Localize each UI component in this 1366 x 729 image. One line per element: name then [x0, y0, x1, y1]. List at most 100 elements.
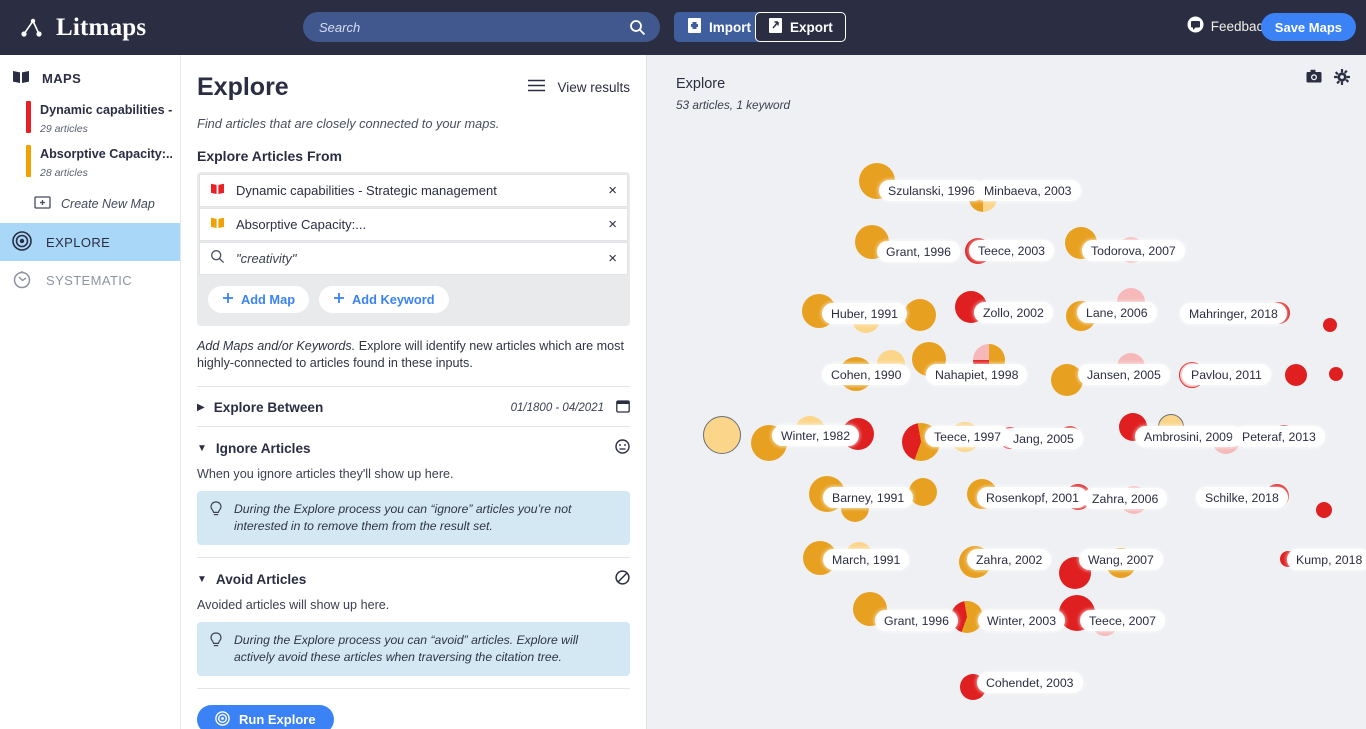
- save-maps-button[interactable]: Save Maps: [1260, 13, 1356, 41]
- panel-actions: Run Explore How does Explore work?: [197, 688, 630, 729]
- graph-node-label[interactable]: Lane, 2006: [1077, 302, 1157, 323]
- explore-input-text: Absorptive Capacity:...: [236, 217, 367, 232]
- feedback-button[interactable]: Feedback: [1187, 16, 1270, 36]
- graph-node-label[interactable]: Szulanski, 1996: [879, 180, 984, 201]
- panel-header: Explore View results: [197, 73, 630, 102]
- target-icon: [215, 710, 230, 729]
- graph-node-label[interactable]: Zollo, 2002: [974, 302, 1053, 323]
- sidebar-maps-label: MAPS: [42, 70, 82, 86]
- remove-input-button[interactable]: ×: [608, 217, 617, 232]
- graph-node-label[interactable]: Zahra, 2006: [1083, 488, 1168, 509]
- no-entry-icon[interactable]: [615, 570, 630, 588]
- graph-node-label[interactable]: Kump, 2018: [1287, 549, 1366, 570]
- create-new-map-button[interactable]: Create New Map: [0, 185, 180, 223]
- explore-input-map[interactable]: Absorptive Capacity:... ×: [199, 208, 628, 241]
- graph-node[interactable]: [904, 299, 936, 331]
- sidebar-item-systematic[interactable]: SYSTEMATIC: [0, 261, 180, 299]
- explore-articles-from-label: Explore Articles From: [197, 148, 342, 164]
- sidebar-map-item[interactable]: Absorptive Capacity:... 28 articles: [0, 141, 180, 185]
- graph-node-label[interactable]: Teece, 2007: [1080, 610, 1166, 631]
- inputs-hint: Add Maps and/or Keywords. Explore will i…: [197, 338, 630, 372]
- search-bar[interactable]: [303, 12, 660, 42]
- graph-node-label[interactable]: Pavlou, 2011: [1182, 364, 1271, 385]
- remove-input-button[interactable]: ×: [608, 251, 617, 266]
- graph-node-label[interactable]: Peteraf, 2013: [1233, 426, 1325, 447]
- view-results-button[interactable]: View results: [528, 79, 630, 95]
- export-button[interactable]: Export: [755, 12, 846, 42]
- canvas-title: Explore: [676, 76, 726, 92]
- graph-node-label[interactable]: Grant, 1996: [875, 610, 958, 631]
- page-title: Explore: [197, 73, 289, 101]
- remove-input-button[interactable]: ×: [608, 183, 617, 198]
- export-label: Export: [790, 19, 833, 35]
- graph-node-label[interactable]: Winter, 2003: [978, 610, 1066, 631]
- calendar-icon[interactable]: [616, 399, 630, 416]
- graph-node[interactable]: [909, 478, 937, 506]
- graph-node[interactable]: [1329, 367, 1343, 381]
- graph-node-label[interactable]: March, 1991: [823, 549, 910, 570]
- search-icon: [210, 249, 225, 269]
- graph-node-label[interactable]: Minbaeva, 2003: [975, 180, 1081, 201]
- graph-node-label[interactable]: Ambrosini, 2009: [1135, 426, 1242, 447]
- explore-graph-canvas[interactable]: Explore 53 articles, 1 keyword Szulanski…: [647, 55, 1366, 729]
- chevron-down-icon: ▼: [197, 442, 207, 454]
- graph-node-label[interactable]: Todorova, 2007: [1082, 240, 1185, 261]
- stopwatch-icon: [12, 269, 32, 292]
- gear-icon[interactable]: [1334, 69, 1350, 90]
- graph-node-label[interactable]: Teece, 1997: [925, 426, 1011, 447]
- top-bar: Litmaps Import Export: [0, 0, 1366, 55]
- add-buttons-row: Add Map Add Keyword: [198, 276, 629, 325]
- graph-node-label[interactable]: Zahra, 2002: [967, 549, 1052, 570]
- run-explore-label: Run Explore: [239, 712, 316, 727]
- lightbulb-icon: [209, 632, 223, 666]
- map-article-count: 28 articles: [40, 167, 88, 179]
- create-new-map-label: Create New Map: [61, 197, 155, 211]
- graph-node[interactable]: [703, 416, 741, 454]
- add-keyword-button[interactable]: Add Keyword: [319, 286, 449, 313]
- run-explore-button[interactable]: Run Explore: [197, 705, 334, 729]
- avoid-articles-tip-text: During the Explore process you can “avoi…: [234, 633, 579, 664]
- ignore-face-icon[interactable]: [615, 439, 630, 457]
- graph-node[interactable]: [1316, 502, 1332, 518]
- graph-node-label[interactable]: Jang, 2005: [1004, 428, 1083, 449]
- view-results-label: View results: [557, 79, 630, 95]
- graph-node-label[interactable]: Nahapiet, 1998: [926, 364, 1028, 385]
- search-input[interactable]: [303, 19, 629, 35]
- graph-node-label[interactable]: Winter, 1982: [772, 425, 860, 446]
- lightbulb-icon: [209, 501, 223, 535]
- avoid-articles-tip: During the Explore process you can “avoi…: [197, 622, 630, 676]
- explore-between-accordion[interactable]: ▶ Explore Between 01/1800 - 04/2021: [197, 386, 630, 426]
- target-icon: [12, 230, 32, 254]
- graph-node-label[interactable]: Cohendet, 2003: [977, 672, 1083, 693]
- graph-node-label[interactable]: Mahringer, 2018: [1180, 303, 1287, 324]
- graph-node-label[interactable]: Grant, 1996: [877, 241, 960, 262]
- explore-panel: Explore View results Find articles that …: [181, 55, 647, 729]
- search-icon[interactable]: [629, 19, 646, 36]
- import-button[interactable]: Import: [674, 12, 764, 42]
- brand[interactable]: Litmaps: [18, 14, 146, 42]
- graph-node-label[interactable]: Barney, 1991: [823, 487, 914, 508]
- graph-node-label[interactable]: Wang, 2007: [1079, 549, 1163, 570]
- explore-input-text: "creativity": [236, 251, 297, 266]
- explore-input-map[interactable]: Dynamic capabilities - Strategic managem…: [199, 174, 628, 207]
- sidebar-map-item[interactable]: Dynamic capabilities - Strat 29 articles: [0, 97, 180, 141]
- camera-icon[interactable]: [1306, 69, 1322, 88]
- graph-node-label[interactable]: Schilke, 2018: [1196, 487, 1288, 508]
- litmaps-logo-icon: [18, 14, 46, 42]
- panel-subtitle: Find articles that are closely connected…: [197, 116, 500, 131]
- map-title: Absorptive Capacity:...: [40, 147, 172, 161]
- graph-node[interactable]: [1323, 318, 1337, 332]
- plus-icon: [333, 292, 345, 307]
- chevron-right-icon: ▶: [197, 402, 205, 413]
- graph-node[interactable]: [1285, 364, 1307, 386]
- graph-node-label[interactable]: Jansen, 2005: [1078, 364, 1170, 385]
- sidebar-item-explore[interactable]: EXPLORE: [0, 223, 180, 261]
- graph-node-label[interactable]: Huber, 1991: [822, 303, 908, 324]
- avoid-articles-accordion[interactable]: ▼ Avoid Articles: [197, 557, 630, 598]
- graph-node-label[interactable]: Rosenkopf, 2001: [977, 487, 1088, 508]
- explore-input-keyword[interactable]: "creativity" ×: [199, 242, 628, 275]
- graph-node-label[interactable]: Cohen, 1990: [822, 364, 911, 385]
- add-map-button[interactable]: Add Map: [208, 286, 310, 313]
- graph-node-label[interactable]: Teece, 2003: [969, 240, 1055, 261]
- ignore-articles-accordion[interactable]: ▼ Ignore Articles: [197, 426, 630, 467]
